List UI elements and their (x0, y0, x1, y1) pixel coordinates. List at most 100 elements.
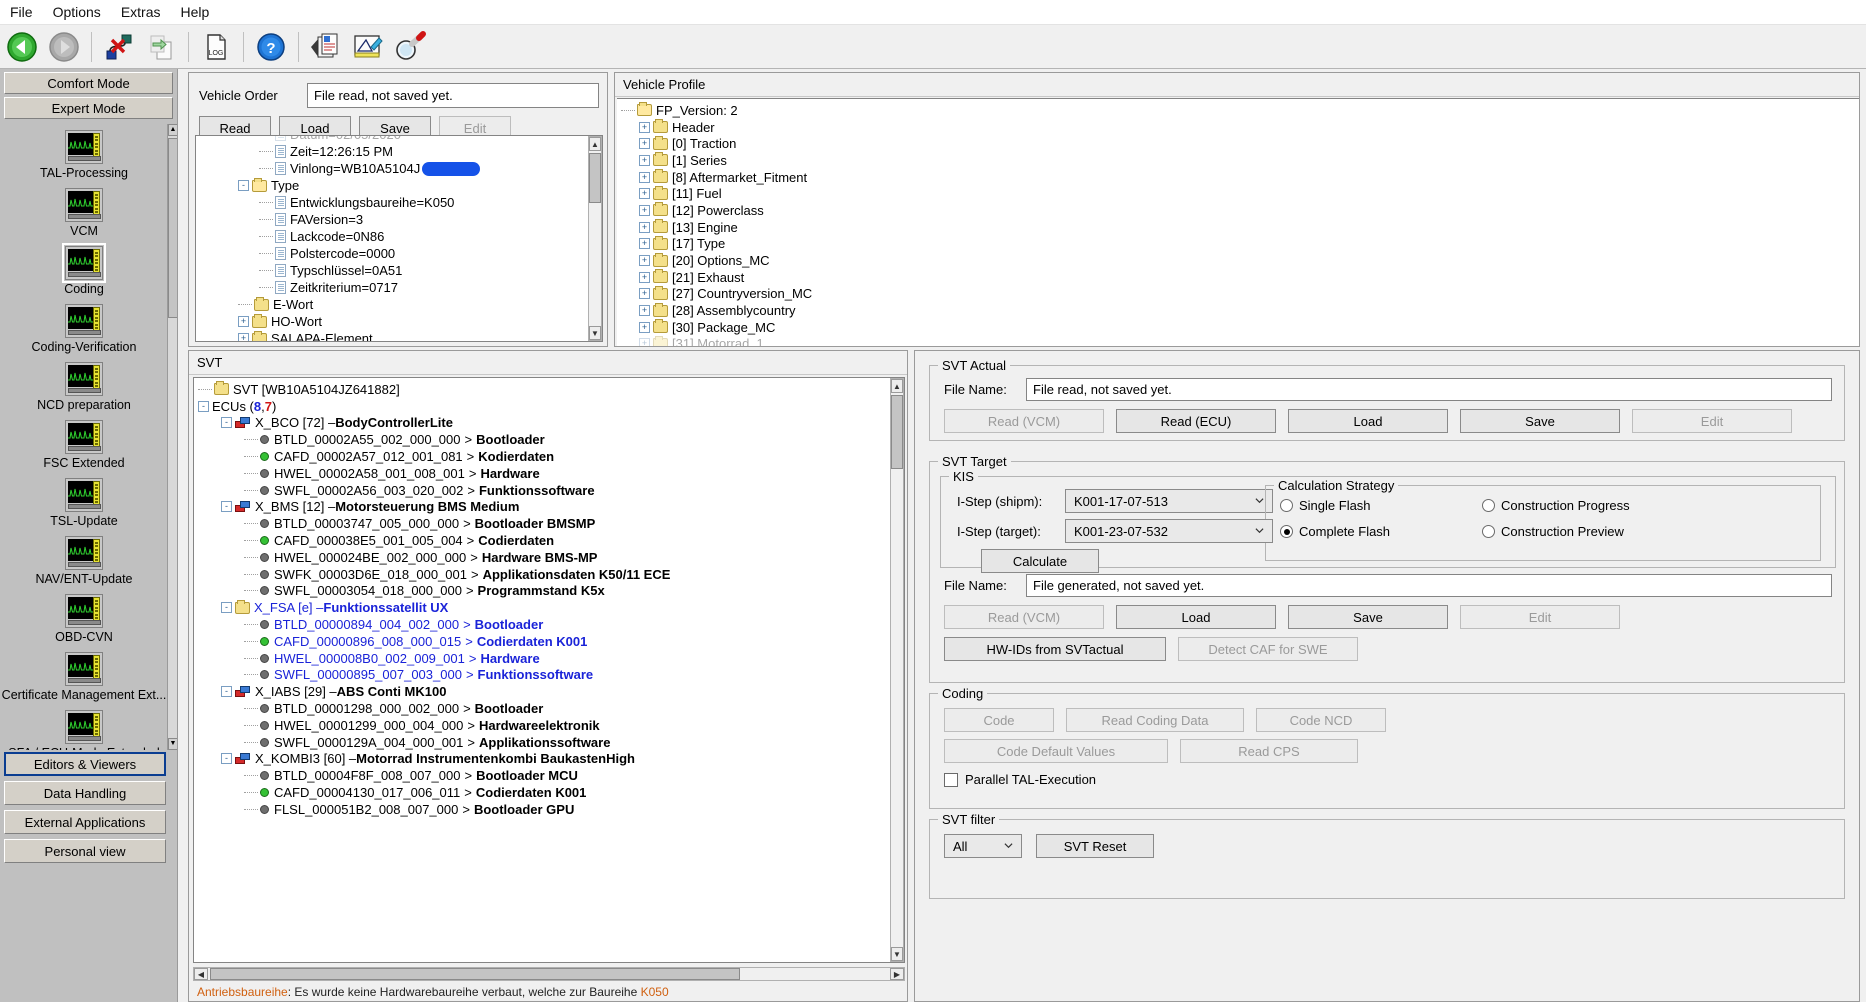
tree-row[interactable]: Polstercode=0000 (196, 245, 588, 262)
svt-target-filename-field[interactable]: File generated, not saved yet. (1026, 574, 1832, 597)
svt-filter-select[interactable]: All (944, 834, 1022, 858)
svt-tree[interactable]: SVT [WB10A5104JZ641882]-ECUs (8, 7)-X_BC… (198, 381, 670, 818)
calculate-button[interactable]: Calculate (981, 549, 1099, 573)
sidebar-item-coding[interactable]: Coding (0, 240, 168, 298)
disconnect-icon[interactable] (99, 27, 139, 67)
tree-row[interactable]: Vinlong=WB10A5104J (196, 160, 588, 177)
sidebar-item-nav-ent-update[interactable]: NAV/ENT-Update (0, 530, 168, 588)
tree-expander[interactable]: - (221, 753, 232, 764)
scroll-down-arrow[interactable]: ▼ (168, 738, 178, 750)
tree-row[interactable]: -Type (196, 177, 588, 194)
tree-row[interactable]: Zeitkriterium=0717 (196, 279, 588, 296)
menu-item-file[interactable]: File (0, 2, 43, 22)
sidebar-section-editors-viewers[interactable]: Editors & Viewers (4, 752, 166, 776)
tree-expander[interactable]: + (639, 288, 650, 299)
svt-vscrollbar[interactable]: ▲ ▼ (890, 378, 904, 962)
scroll-thumb[interactable] (891, 395, 903, 469)
sidebar-section-personal-view[interactable]: Personal view (4, 839, 166, 863)
sidebar-scrollbar[interactable]: ▲ ▼ (167, 124, 177, 750)
scroll-left-arrow[interactable]: ◀ (194, 968, 208, 980)
tree-row[interactable]: SWFL_0000129A_004_000_001>Applikationsso… (198, 734, 670, 751)
radio-complete-flash[interactable]: Complete Flash (1280, 524, 1390, 539)
tree-row[interactable]: BTLD_00003747_005_000_000>Bootloader BMS… (198, 515, 670, 532)
tree-row[interactable]: SWFL_00003054_018_000_000>Programmstand … (198, 583, 670, 600)
istep-shipm-select[interactable]: K001-17-07-513 (1065, 489, 1273, 513)
scroll-thumb[interactable] (168, 138, 178, 318)
hw-ids-from-svtactual-button[interactable]: HW-IDs from SVTactual (944, 637, 1166, 661)
expert-mode-button[interactable]: Expert Mode (4, 97, 173, 119)
tree-row[interactable]: +[0] Traction (621, 135, 812, 152)
scroll-up-arrow[interactable]: ▲ (891, 379, 903, 393)
tree-expander[interactable]: + (238, 333, 249, 342)
vehicle-order-vscrollbar[interactable]: ▲ ▼ (588, 136, 602, 341)
tree-row[interactable]: E-Wort (196, 296, 588, 313)
svt-actual-filename-field[interactable]: File read, not saved yet. (1026, 378, 1832, 401)
sidebar-item-fsc-extended[interactable]: FSC Extended (0, 414, 168, 472)
tree-row[interactable]: SWFL_00002A56_003_020_002>Funktionssoftw… (198, 482, 670, 499)
comfort-mode-button[interactable]: Comfort Mode (4, 72, 173, 94)
tree-row[interactable]: Datum=02/05/2020 (196, 135, 588, 143)
tree-row[interactable]: +[8] Aftermarket_Fitment (621, 169, 812, 186)
scroll-thumb[interactable] (589, 153, 601, 203)
menu-item-help[interactable]: Help (171, 2, 220, 22)
scroll-thumb[interactable] (210, 968, 740, 980)
documents-icon[interactable] (306, 27, 346, 67)
tree-expander[interactable]: + (639, 155, 650, 166)
tree-expander[interactable]: + (639, 122, 650, 133)
tree-expander[interactable]: + (639, 305, 650, 316)
tree-row[interactable]: FLSL_000051B2_008_007_000>Bootloader GPU (198, 801, 670, 818)
sidebar-section-data-handling[interactable]: Data Handling (4, 781, 166, 805)
vehicle-order-tree[interactable]: Datum=02/05/2020Zeit=12:26:15 PMVinlong=… (196, 135, 588, 342)
vehicle-order-file-field[interactable]: File read, not saved yet. (307, 83, 599, 108)
sidebar-item-coding-verification[interactable]: Coding-Verification (0, 298, 168, 356)
tree-row[interactable]: Typschlüssel=0A51 (196, 262, 588, 279)
tree-row[interactable]: HWEL_000008B0_002_009_001>Hardware (198, 650, 670, 667)
back-arrow-icon[interactable] (2, 27, 42, 67)
tree-expander[interactable]: - (198, 401, 209, 412)
tree-expander[interactable]: - (221, 602, 232, 613)
tree-expander[interactable]: - (238, 180, 249, 191)
sidebar-item-sfa-ecu-mode-extended[interactable]: SFA / ECU-Mode Extended (0, 704, 168, 750)
tree-row[interactable]: HWEL_00001299_000_004_000>Hardwareelektr… (198, 717, 670, 734)
tree-row[interactable]: +[20] Options_MC (621, 252, 812, 269)
tree-row[interactable]: FAVersion=3 (196, 211, 588, 228)
tree-expander[interactable]: + (639, 172, 650, 183)
sidebar-item-certificate-management-ext[interactable]: Certificate Management Ext... (0, 646, 168, 704)
tree-row[interactable]: +[12] Powerclass (621, 202, 812, 219)
tree-row[interactable]: -ECUs (8, 7) (198, 398, 670, 415)
tree-expander[interactable]: + (639, 338, 650, 346)
log-icon[interactable]: LOG (196, 27, 236, 67)
menu-item-options[interactable]: Options (43, 2, 111, 22)
tree-row[interactable]: +[27] Countryversion_MC (621, 286, 812, 303)
tree-row[interactable]: SWFK_00003D6E_018_000_001>Applikationsda… (198, 566, 670, 583)
tree-expander[interactable]: + (639, 188, 650, 199)
tree-row[interactable]: CAFD_00002A57_012_001_081>Kodierdaten (198, 448, 670, 465)
parallel-tal-execution-checkbox[interactable]: Parallel TAL-Execution (930, 763, 1844, 787)
radio-single-flash[interactable]: Single Flash (1280, 498, 1390, 513)
svt-actual-save-button[interactable]: Save (1460, 409, 1620, 433)
tree-row[interactable]: +Header (621, 119, 812, 136)
vehicle-profile-tree[interactable]: FP_Version: 2+Header+[0] Traction+[1] Se… (621, 102, 812, 346)
menu-item-extras[interactable]: Extras (111, 2, 171, 22)
tree-expander[interactable]: - (221, 501, 232, 512)
tree-row[interactable]: SWFL_00000895_007_003_000>Funktionssoftw… (198, 667, 670, 684)
tree-row[interactable]: Entwicklungsbaureihe=K050 (196, 194, 588, 211)
tree-row[interactable]: -X_BCO [72] – BodyControllerLite (198, 415, 670, 432)
svt-target-load-button[interactable]: Load (1116, 605, 1276, 629)
svt-reset-button[interactable]: SVT Reset (1036, 834, 1154, 858)
tree-row[interactable]: SVT [WB10A5104JZ641882] (198, 381, 670, 398)
tree-row[interactable]: BTLD_00001298_000_002_000>Bootloader (198, 700, 670, 717)
tree-expander[interactable]: + (639, 238, 650, 249)
scroll-up-arrow[interactable]: ▲ (168, 124, 178, 136)
tree-expander[interactable]: + (639, 322, 650, 333)
tree-row[interactable]: FP_Version: 2 (621, 102, 812, 119)
tree-expander[interactable]: + (639, 255, 650, 266)
tree-row[interactable]: CAFD_00004130_017_006_011>Codierdaten K0… (198, 784, 670, 801)
tree-row[interactable]: +[13] Engine (621, 219, 812, 236)
tree-row[interactable]: CAFD_00000896_008_000_015>Codierdaten K0… (198, 633, 670, 650)
magnifier-icon[interactable] (390, 27, 430, 67)
tree-row[interactable]: BTLD_00000894_004_002_000>Bootloader (198, 616, 670, 633)
help-icon[interactable]: ? (251, 27, 291, 67)
tree-row[interactable]: +[21] Exhaust (621, 269, 812, 286)
tree-row[interactable]: HWEL_00002A58_001_008_001>Hardware (198, 465, 670, 482)
